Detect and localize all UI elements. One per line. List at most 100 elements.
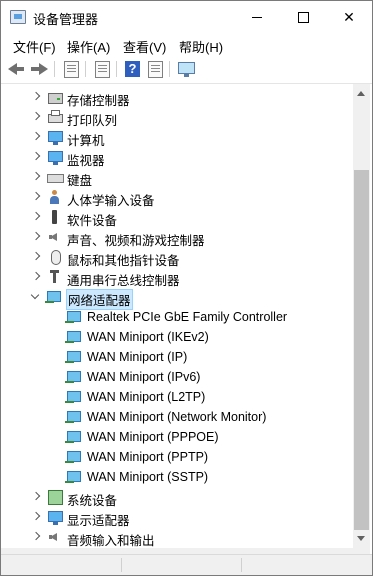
forward-icon <box>39 63 48 75</box>
menu-bar: 文件(F) 操作(A) 查看(V) 帮助(H) <box>1 33 372 55</box>
network-adapter-icon <box>65 349 83 365</box>
tree-item-adapter[interactable]: WAN Miniport (PPPOE) <box>1 427 353 447</box>
toolbar-separator <box>54 61 55 77</box>
properties-button[interactable] <box>62 60 80 78</box>
tree-item-usb[interactable]: 通用串行总线控制器 <box>1 267 353 288</box>
chevron-right-icon[interactable] <box>31 272 41 282</box>
chevron-right-icon[interactable] <box>31 212 41 222</box>
tree-item-network-adapters[interactable]: 网络适配器 <box>1 287 353 310</box>
network-adapter-icon <box>45 289 63 305</box>
tree-item-monitors[interactable]: 监视器 <box>1 147 353 168</box>
menu-view[interactable]: 查看(V) <box>123 37 166 56</box>
network-adapter-icon <box>65 409 83 425</box>
tree-item-mice[interactable]: 鼠标和其他指针设备 <box>1 247 353 268</box>
minimize-button[interactable] <box>234 1 280 33</box>
network-adapter-icon <box>65 449 83 465</box>
adapter-label: WAN Miniport (SSTP) <box>87 470 209 484</box>
network-adapter-icon <box>65 369 83 385</box>
chevron-right-icon[interactable] <box>31 252 41 262</box>
chevron-right-icon[interactable] <box>31 132 41 142</box>
maximize-icon <box>298 12 309 23</box>
toolbar-separator <box>85 61 86 77</box>
chevron-right-icon[interactable] <box>31 152 41 162</box>
tree-item-software-devices[interactable]: 软件设备 <box>1 207 353 228</box>
adapter-label: WAN Miniport (IP) <box>87 350 188 364</box>
toolbar-separator <box>116 61 117 77</box>
properties-icon <box>64 61 79 78</box>
tree-item-hid[interactable]: 人体学输入设备 <box>1 187 353 208</box>
update-driver-button[interactable] <box>93 60 111 78</box>
adapter-label: WAN Miniport (L2TP) <box>87 390 206 404</box>
tree-item-adapter[interactable]: WAN Miniport (PPTP) <box>1 447 353 467</box>
chevron-right-icon[interactable] <box>31 172 41 182</box>
adapter-label: WAN Miniport (PPTP) <box>87 450 209 464</box>
vertical-scrollbar[interactable] <box>353 84 370 548</box>
tree-item-adapter[interactable]: WAN Miniport (IPv6) <box>1 367 353 387</box>
chevron-right-icon[interactable] <box>31 92 41 102</box>
view-icon <box>148 61 163 78</box>
chevron-right-icon[interactable] <box>31 112 41 122</box>
close-icon: ✕ <box>343 9 355 25</box>
maximize-button[interactable] <box>280 1 326 33</box>
menu-action[interactable]: 操作(A) <box>67 37 110 56</box>
adapter-label: WAN Miniport (IKEv2) <box>87 330 209 344</box>
title-bar[interactable]: 设备管理器 ✕ <box>1 1 372 33</box>
tree-item-label: 音频输入和输出 <box>67 534 155 548</box>
help-button[interactable]: ? <box>124 60 142 78</box>
chevron-right-icon[interactable] <box>31 232 41 242</box>
tree-item-adapter[interactable]: WAN Miniport (SSTP) <box>1 467 353 487</box>
tree-item-adapter[interactable]: WAN Miniport (Network Monitor) <box>1 407 353 427</box>
status-bar <box>1 554 372 575</box>
tree-item-print-queues[interactable]: 打印队列 <box>1 107 353 128</box>
tree-item-computer[interactable]: 计算机 <box>1 127 353 148</box>
tree-item-display-adapters[interactable]: 显示适配器 <box>1 507 353 528</box>
human-interface-icon <box>47 189 63 205</box>
monitor-icon <box>178 62 195 77</box>
adapter-label: WAN Miniport (IPv6) <box>87 370 201 384</box>
chevron-down-icon[interactable] <box>31 292 41 302</box>
forward-button[interactable] <box>30 60 48 78</box>
menu-file[interactable]: 文件(F) <box>13 37 56 56</box>
chevron-right-icon[interactable] <box>31 532 41 542</box>
adapter-label: Realtek PCIe GbE Family Controller <box>87 310 288 324</box>
tree-item-adapter[interactable]: WAN Miniport (L2TP) <box>1 387 353 407</box>
chevron-right-icon[interactable] <box>31 192 41 202</box>
scroll-down-icon[interactable] <box>357 536 365 541</box>
toolbar: ? <box>1 55 372 84</box>
tree-item-adapter[interactable]: WAN Miniport (IP) <box>1 347 353 367</box>
view-button[interactable] <box>146 60 164 78</box>
network-adapter-icon <box>65 329 83 345</box>
scroll-up-icon[interactable] <box>357 91 365 96</box>
chevron-right-icon[interactable] <box>31 492 41 502</box>
audio-io-icon <box>47 529 63 545</box>
keyboard-icon <box>47 169 64 185</box>
menu-help[interactable]: 帮助(H) <box>179 37 223 56</box>
back-button[interactable] <box>8 60 26 78</box>
adapter-label: WAN Miniport (PPPOE) <box>87 430 219 444</box>
scan-hardware-button[interactable] <box>177 60 195 78</box>
window-title: 设备管理器 <box>33 12 99 27</box>
network-adapter-icon <box>65 429 83 445</box>
device-manager-window: 设备管理器 ✕ 文件(F) 操作(A) 查看(V) 帮助(H) ? 存储控制器 … <box>0 0 373 576</box>
display-adapter-icon <box>47 509 63 525</box>
minimize-icon <box>252 17 262 18</box>
tree-item-keyboards[interactable]: 键盘 <box>1 167 353 188</box>
close-button[interactable]: ✕ <box>326 1 372 33</box>
tree-item-system-devices[interactable]: 系统设备 <box>1 487 353 508</box>
chevron-right-icon[interactable] <box>31 512 41 522</box>
mouse-icon <box>47 249 63 265</box>
tree-item-audio-io[interactable]: 音频输入和输出 <box>1 527 353 548</box>
scrollbar-thumb[interactable] <box>354 170 369 530</box>
software-device-icon <box>47 209 63 225</box>
computer-icon <box>47 129 63 145</box>
tree-item-storage-controllers[interactable]: 存储控制器 <box>1 87 353 108</box>
tree-item-sound-video[interactable]: 声音、视频和游戏控制器 <box>1 227 353 248</box>
system-device-icon <box>47 489 63 505</box>
device-tree[interactable]: 存储控制器 打印队列 计算机 监视器 键盘 人体学输入设备 软件设备 声音、视频… <box>1 84 353 548</box>
toolbar-separator <box>169 61 170 77</box>
network-adapter-icon <box>65 309 83 325</box>
status-divider <box>121 558 122 572</box>
tree-item-adapter[interactable]: WAN Miniport (IKEv2) <box>1 327 353 347</box>
tree-item-adapter[interactable]: Realtek PCIe GbE Family Controller <box>1 307 353 327</box>
device-manager-icon <box>10 10 26 24</box>
